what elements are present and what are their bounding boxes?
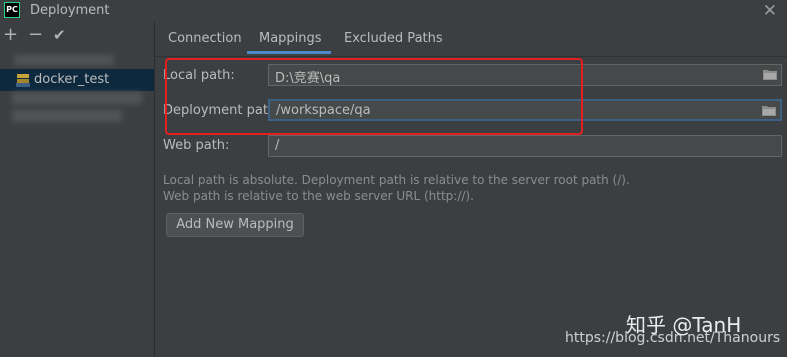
redacted-area (12, 92, 142, 104)
hint-web-path: Web path is relative to the web server U… (163, 189, 474, 203)
web-path-label: Web path: (163, 138, 230, 153)
remove-server-button[interactable]: − (28, 25, 43, 45)
add-new-mapping-button[interactable]: Add New Mapping (166, 213, 304, 237)
tab-excluded-paths[interactable]: Excluded Paths (344, 31, 443, 46)
tab-connection[interactable]: Connection (168, 31, 242, 46)
annotation-highlight-box (165, 58, 583, 135)
sftp-icon (16, 74, 30, 87)
folder-icon[interactable] (762, 105, 776, 116)
default-server-check-icon[interactable]: ✔ (53, 25, 66, 45)
folder-icon[interactable] (763, 69, 777, 80)
redacted-area (14, 55, 114, 65)
web-path-field[interactable]: / (268, 135, 782, 157)
active-tab-indicator (247, 51, 331, 54)
server-name: docker_test (34, 72, 110, 87)
close-icon[interactable]: ✕ (763, 1, 777, 21)
web-path-value: / (275, 138, 280, 153)
hint-local-path: Local path is absolute. Deployment path … (163, 173, 630, 187)
add-server-button[interactable]: + (3, 25, 18, 45)
pycharm-logo-icon: PC (4, 2, 20, 18)
title-bar: PC Deployment ✕ (0, 0, 787, 22)
csdn-watermark: https://blog.csdn.net/Thanours (565, 330, 781, 346)
server-list-panel: + − ✔ docker_test (0, 22, 155, 357)
redacted-area (12, 110, 122, 122)
window-title: Deployment (30, 3, 110, 18)
tab-mappings[interactable]: Mappings (259, 31, 322, 46)
server-list-item[interactable]: docker_test (0, 69, 154, 91)
